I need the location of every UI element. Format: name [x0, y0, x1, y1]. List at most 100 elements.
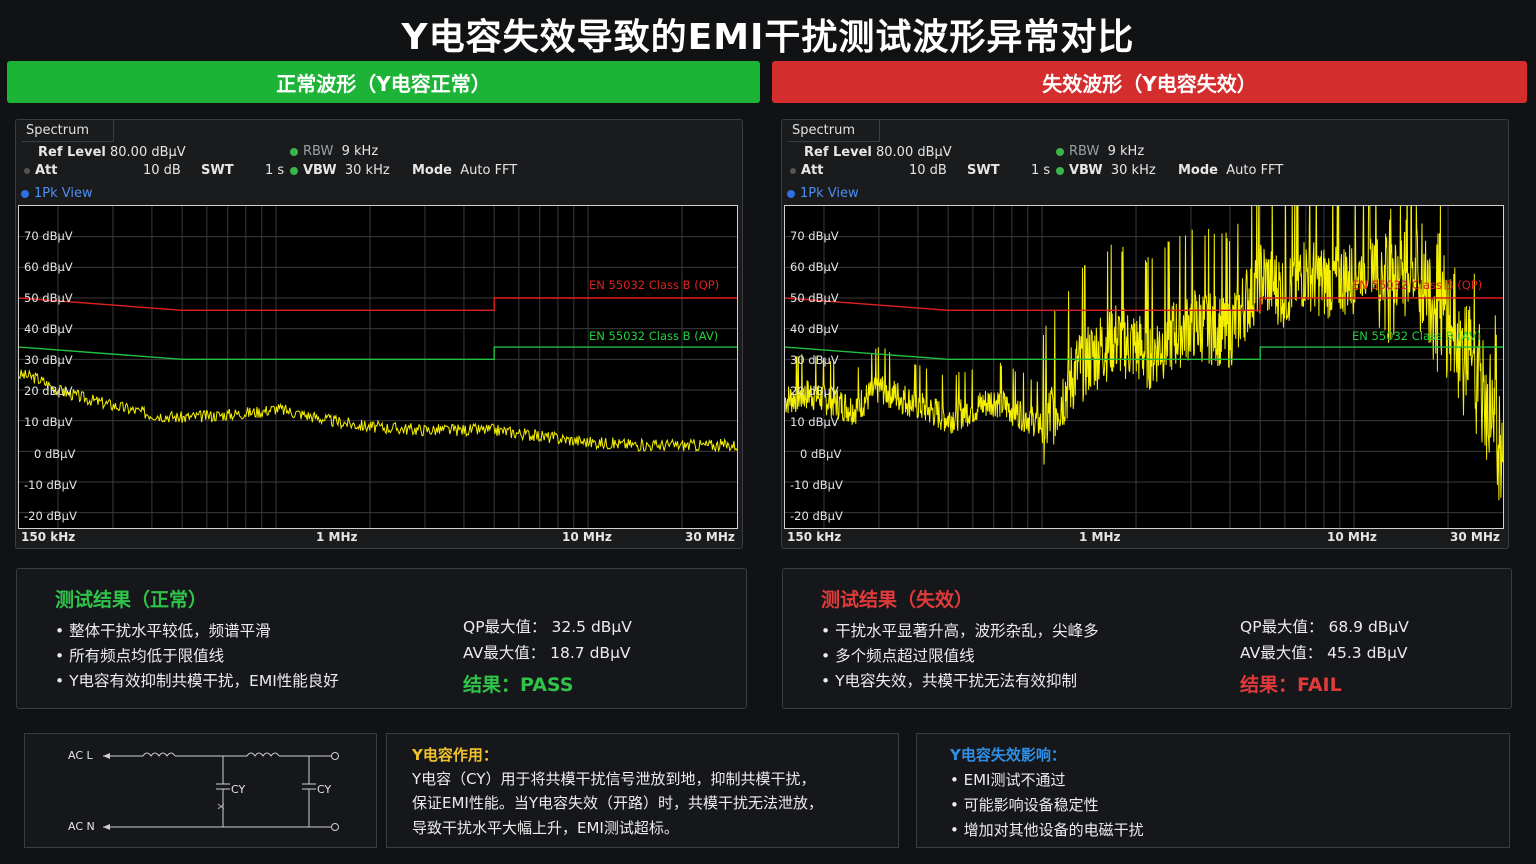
- y-cap-impact-box: Y电容失效影响： • EMI测试不通过 • 可能影响设备稳定性 • 增加对其他设…: [916, 733, 1510, 848]
- impact-item: • 增加对其他设备的电磁干扰: [950, 821, 1144, 839]
- att-indicator-icon: [24, 167, 30, 174]
- page-title: Y电容失效导致的EMI干扰测试波形异常对比: [401, 17, 1135, 58]
- view-indicator-icon: [787, 189, 795, 198]
- y-tick-label: 50 dBμV: [24, 291, 73, 305]
- role-title: Y电容作用：: [412, 746, 498, 764]
- swt-value: 1 s: [1031, 163, 1051, 178]
- y-tick-label: 50 dBμV: [790, 291, 839, 305]
- av-max-metric: AV最大值： 18.7 dBμV: [463, 644, 631, 662]
- measurement-trace: [785, 206, 1503, 501]
- verdict-fail: 结果：FAIL: [1240, 674, 1342, 696]
- y-tick-label: -10 dBμV: [790, 478, 843, 492]
- swt-value: 1 s: [265, 163, 285, 178]
- spectrum-analyzer-failure: Spectrum Ref Level 80.00 dBμV RBW 9 kHz …: [781, 119, 1509, 549]
- x-tick-label: 150 kHz: [21, 530, 76, 544]
- spectrum-plot-normal: 70 dBμV 60 dBμV 50 dBμV 40 dBμV 30 dBμV …: [18, 205, 738, 529]
- y-tick-label: 60 dBμV: [790, 260, 839, 274]
- trace-view-label[interactable]: 1Pk View: [787, 186, 859, 201]
- y-tick-label: 30 dBμV: [24, 353, 73, 367]
- role-text: 导致干扰水平大幅上升，EMI测试超标。: [412, 819, 679, 837]
- result-title: 测试结果（失效）: [821, 589, 974, 611]
- verdict-pass: 结果：PASS: [463, 674, 574, 696]
- y-tick-label: 0 dBμV: [34, 447, 76, 461]
- qp-max-metric: QP最大值： 32.5 dBμV: [463, 618, 632, 636]
- result-bullet: • 多个频点超过限值线: [821, 647, 975, 665]
- av-limit-label: EN 55032 Class B (AV): [589, 329, 719, 343]
- rbw-indicator-icon: [1056, 147, 1064, 156]
- mode-setting: Mode Auto FFT: [1178, 163, 1284, 178]
- y-cap-role-box: Y电容作用： Y电容（CY）用于将共模干扰信号泄放到地，抑制共模干扰， 保证EM…: [386, 733, 899, 848]
- rbw-setting: RBW 9 kHz: [290, 144, 378, 159]
- spectrum-tab[interactable]: Spectrum: [788, 120, 880, 142]
- result-title: 测试结果（正常）: [55, 589, 208, 611]
- spectrum-chart-failure: [785, 206, 1503, 528]
- spectrum-tab[interactable]: Spectrum: [22, 120, 114, 142]
- cap-label: CY: [317, 783, 332, 796]
- result-bullet: • 干扰水平显著升高，波形杂乱，尖峰多: [821, 622, 1099, 640]
- att-setting: Att: [24, 163, 58, 178]
- x-tick-label: 150 kHz: [787, 530, 842, 544]
- ref-level: Ref Level 80.00 dBμV: [804, 145, 952, 160]
- x-tick-label: 30 MHz: [1450, 530, 1500, 544]
- swt-setting: SWT: [967, 163, 1000, 178]
- impact-title: Y电容失效影响：: [950, 746, 1066, 764]
- impact-item: • EMI测试不通过: [950, 771, 1066, 789]
- att-setting: Att: [790, 163, 824, 178]
- spectrum-plot-failure: 70 dBμV 60 dBμV 50 dBμV 40 dBμV 30 dBμV …: [784, 205, 1504, 529]
- rbw-setting: RBW 9 kHz: [1056, 144, 1144, 159]
- y-tick-label: -20 dBμV: [24, 509, 77, 523]
- qp-limit-line: [19, 297, 737, 312]
- av-max-metric: AV最大值： 45.3 dBμV: [1240, 644, 1408, 662]
- result-bullet: • Y电容失效，共模干扰无法有效抑制: [821, 672, 1078, 690]
- qp-max-metric: QP最大值： 68.9 dBμV: [1240, 618, 1409, 636]
- spectrum-analyzer-normal: Spectrum Ref Level 80.00 dBμV RBW 9 kHz …: [15, 119, 743, 549]
- att-indicator-icon: [790, 167, 796, 174]
- att-value: 10 dB: [909, 163, 947, 178]
- result-panel-normal: 测试结果（正常） • 整体干扰水平较低，频谱平滑 • 所有频点均低于限值线 • …: [16, 568, 747, 709]
- qp-limit-label: EN 55032 Class B (QP): [1352, 278, 1483, 292]
- result-bullet: • 所有频点均低于限值线: [55, 647, 225, 665]
- ac-line-label: AC L: [68, 749, 93, 762]
- failure-banner: 失效波形（Y电容失效）: [772, 61, 1527, 103]
- vbw-setting: VBW 30 kHz: [1056, 163, 1156, 178]
- rbw-indicator-icon: [290, 147, 298, 156]
- y-tick-label: 20 dBμV: [790, 384, 839, 398]
- x-tick-label: 30 MHz: [685, 530, 735, 544]
- y-tick-label: 40 dBμV: [790, 322, 839, 336]
- ac-neutral-label: AC N: [68, 820, 95, 833]
- result-panel-failure: 测试结果（失效） • 干扰水平显著升高，波形杂乱，尖峰多 • 多个频点超过限值线…: [782, 568, 1512, 709]
- y-tick-label: 60 dBμV: [24, 260, 73, 274]
- impact-item: • 可能影响设备稳定性: [950, 796, 1099, 814]
- y-tick-label: 40 dBμV: [24, 322, 73, 336]
- att-value: 10 dB: [143, 163, 181, 178]
- mode-setting: Mode Auto FFT: [412, 163, 518, 178]
- role-text: Y电容（CY）用于将共模干扰信号泄放到地，抑制共模干扰，: [412, 770, 816, 788]
- trace-view-label[interactable]: 1Pk View: [21, 186, 93, 201]
- av-limit-label: EN 55032 Class B (AV): [1352, 329, 1482, 343]
- vbw-indicator-icon: [290, 166, 298, 175]
- y-tick-label: 70 dBμV: [790, 229, 839, 243]
- measurement-trace: [19, 369, 737, 453]
- x-tick-label: 1 MHz: [316, 530, 358, 544]
- y-tick-label: 10 dBμV: [24, 415, 73, 429]
- y-tick-label: 10 dBμV: [790, 415, 839, 429]
- view-indicator-icon: [21, 189, 29, 198]
- qp-limit-label: EN 55032 Class B (QP): [589, 278, 720, 292]
- vbw-indicator-icon: [1056, 166, 1064, 175]
- y-tick-label: 70 dBμV: [24, 229, 73, 243]
- y-tick-label: 30 dBμV: [790, 353, 839, 367]
- av-limit-line: [19, 346, 737, 361]
- y-tick-label: -10 dBμV: [24, 478, 77, 492]
- y-tick-label: 20 dBμV: [24, 384, 73, 398]
- y-tick-label: 0 dBμV: [800, 447, 842, 461]
- role-text: 保证EMI性能。当Y电容失效（开路）时，共模干扰无法泄放，: [412, 794, 824, 812]
- x-tick-label: 1 MHz: [1079, 530, 1121, 544]
- x-tick-label: 10 MHz: [1327, 530, 1377, 544]
- normal-banner: 正常波形（Y电容正常）: [7, 61, 760, 103]
- cap-label: CY: [231, 783, 246, 796]
- result-bullet: • Y电容有效抑制共模干扰，EMI性能良好: [55, 672, 339, 690]
- swt-setting: SWT: [201, 163, 234, 178]
- x-tick-label: 10 MHz: [562, 530, 612, 544]
- y-tick-label: -20 dBμV: [790, 509, 843, 523]
- spectrum-chart-normal: [19, 206, 737, 528]
